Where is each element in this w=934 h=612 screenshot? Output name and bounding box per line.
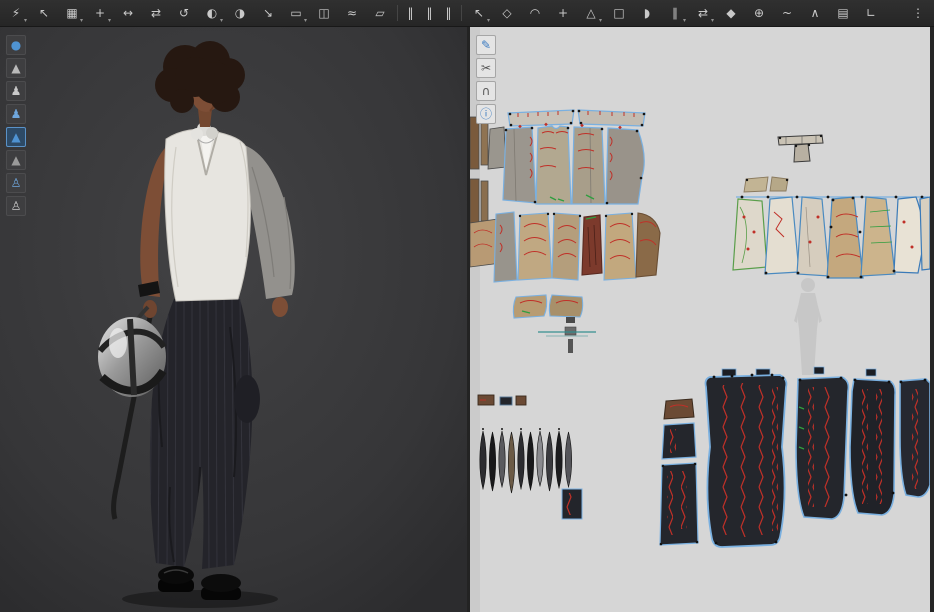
magnet-tool-icon[interactable]: ∩ bbox=[476, 81, 496, 101]
ruler-2d-icon[interactable]: ∟ bbox=[859, 2, 883, 24]
free-sewing-icon[interactable]: ⇄▾ bbox=[691, 2, 715, 24]
show-avatar-mesh-icon[interactable]: ♙ bbox=[6, 173, 26, 193]
helmet-strap-vertical bbox=[130, 319, 134, 395]
toolbar-group-overflow: ⋮ bbox=[906, 2, 930, 24]
more-tools-icon[interactable]: ⋮ bbox=[906, 2, 930, 24]
sphere-gizmo-icon[interactable]: ◐▾ bbox=[200, 2, 224, 24]
zigzag-tool-icon[interactable]: ∧ bbox=[803, 2, 827, 24]
cargo-pocket bbox=[234, 375, 260, 423]
pattern-jacket-back[interactable] bbox=[706, 369, 787, 547]
layout-toggle-3-icon[interactable]: ‖ bbox=[441, 2, 456, 24]
pattern-jacket-fronts[interactable] bbox=[796, 367, 930, 519]
main-toolbar: ⚡▾↖▦▾+▾↔⇄↺◐▾◑↘▭▾◫≈▱ ‖‖‖ ↖▾◇◠+△▾□◗∥▾⇄▾◆⊕~… bbox=[0, 0, 934, 27]
move-gizmo-icon[interactable]: ↔ bbox=[116, 2, 140, 24]
seam-tool-icon[interactable]: ◆ bbox=[719, 2, 743, 24]
viewport-3d[interactable]: ● ▲ ♟ ♟ ▲ ▲ ♙ ♙ bbox=[0, 27, 467, 612]
edit-curvature-icon[interactable]: ◠ bbox=[523, 2, 547, 24]
scale-tool-icon[interactable]: ↘ bbox=[256, 2, 280, 24]
rectangle-pattern-icon[interactable]: □ bbox=[607, 2, 631, 24]
edit-pattern-icon[interactable]: ◇ bbox=[495, 2, 519, 24]
pattern-small-yokes[interactable] bbox=[744, 177, 788, 192]
edit-texture-pen-icon[interactable]: ✎ bbox=[476, 35, 496, 55]
window-edge bbox=[930, 27, 934, 612]
show-ghost-avatar-icon[interactable]: ♙ bbox=[6, 196, 26, 216]
pattern-pants-panels[interactable] bbox=[503, 123, 644, 205]
transform-pattern-icon[interactable]: ↖▾ bbox=[467, 2, 491, 24]
viewport-3d-toggles: ● ▲ ♟ ♟ ▲ ▲ ♙ ♙ bbox=[6, 35, 26, 216]
measure-tool-icon[interactable]: ≈ bbox=[340, 2, 364, 24]
pin-sew-icon[interactable]: ⊕ bbox=[747, 2, 771, 24]
viewport-2d-toggles: ✎ ✂ ∩ ⓘ bbox=[476, 35, 496, 124]
dropdown-caret-icon: ▾ bbox=[487, 18, 490, 24]
select-mesh-icon[interactable]: ▦▾ bbox=[60, 2, 84, 24]
simulate-icon[interactable]: ⚡▾ bbox=[4, 2, 28, 24]
toolbar-group-2d: ↖▾◇◠+△▾□◗∥▾⇄▾◆⊕~∧▤∟ bbox=[467, 2, 883, 24]
dropdown-caret-icon: ▾ bbox=[80, 18, 83, 24]
render-style-icon[interactable]: ● bbox=[6, 35, 26, 55]
workspace: ● ▲ ♟ ♟ ▲ ▲ ♙ ♙ bbox=[0, 27, 934, 612]
layout-toggle-2-icon[interactable]: ‖ bbox=[422, 2, 437, 24]
avatar-3d-render[interactable] bbox=[0, 27, 467, 612]
right-shoe bbox=[201, 574, 241, 592]
layout-toggle-1-icon[interactable]: ‖ bbox=[403, 2, 418, 24]
dropdown-caret-icon: ▾ bbox=[683, 18, 686, 24]
show-avatar-icon[interactable]: ♟ bbox=[6, 81, 26, 101]
pattern-jacket-pieces[interactable] bbox=[733, 197, 930, 279]
scarf-fold-2 bbox=[191, 128, 203, 140]
show-garment-icon[interactable]: ▲ bbox=[6, 58, 26, 78]
dropdown-caret-icon: ▾ bbox=[24, 18, 27, 24]
show-arrangement-points-icon[interactable]: ♟ bbox=[6, 104, 26, 124]
info-icon[interactable]: ⓘ bbox=[476, 104, 496, 124]
pin-icon[interactable]: +▾ bbox=[88, 2, 112, 24]
knife-tool-icon[interactable]: ✂ bbox=[476, 58, 496, 78]
segment-sewing-icon[interactable]: ∥▾ bbox=[663, 2, 687, 24]
grading-tool-icon[interactable]: ▤ bbox=[831, 2, 855, 24]
toolbar-group-3d: ⚡▾↖▦▾+▾↔⇄↺◐▾◑↘▭▾◫≈▱ bbox=[4, 2, 392, 24]
show-fit-map-icon[interactable]: ▲ bbox=[6, 150, 26, 170]
left-shoe bbox=[158, 566, 194, 584]
pattern-small-dark-piece[interactable] bbox=[562, 489, 582, 519]
show-style-lines-icon[interactable]: ▲ bbox=[6, 127, 26, 147]
viewport-2d[interactable]: ✎ ✂ ∩ ⓘ bbox=[470, 27, 930, 612]
floor-shadow bbox=[122, 590, 278, 608]
tape-tool-icon[interactable]: ▭▾ bbox=[284, 2, 308, 24]
add-point-icon[interactable]: + bbox=[551, 2, 575, 24]
dropdown-caret-icon: ▾ bbox=[599, 18, 602, 24]
rotate-gizmo-icon[interactable]: ↺ bbox=[172, 2, 196, 24]
elastic-tool-icon[interactable]: ~ bbox=[775, 2, 799, 24]
helmet-highlight bbox=[109, 328, 127, 358]
toolbar-separator bbox=[461, 5, 462, 21]
iron-tool-icon[interactable]: ◗ bbox=[635, 2, 659, 24]
toolbar-separator bbox=[397, 5, 398, 21]
flatten-tool-icon[interactable]: ▱ bbox=[368, 2, 392, 24]
arrangement-points-icon[interactable]: ⇄ bbox=[144, 2, 168, 24]
sphere-gizmo-alt-icon[interactable]: ◑ bbox=[228, 2, 252, 24]
dropdown-caret-icon: ▾ bbox=[108, 18, 111, 24]
scarf-fold bbox=[206, 127, 218, 139]
dropdown-caret-icon: ▾ bbox=[220, 18, 223, 24]
avatar-tape-icon[interactable]: ◫ bbox=[312, 2, 336, 24]
toolbar-group-layout: ‖‖‖ bbox=[403, 2, 456, 24]
polygon-pattern-icon[interactable]: △▾ bbox=[579, 2, 603, 24]
dropdown-caret-icon: ▾ bbox=[304, 18, 307, 24]
dropdown-caret-icon: ▾ bbox=[711, 18, 714, 24]
select-move-icon[interactable]: ↖ bbox=[32, 2, 56, 24]
pattern-canvas[interactable] bbox=[470, 27, 930, 612]
left-hand bbox=[272, 297, 288, 317]
